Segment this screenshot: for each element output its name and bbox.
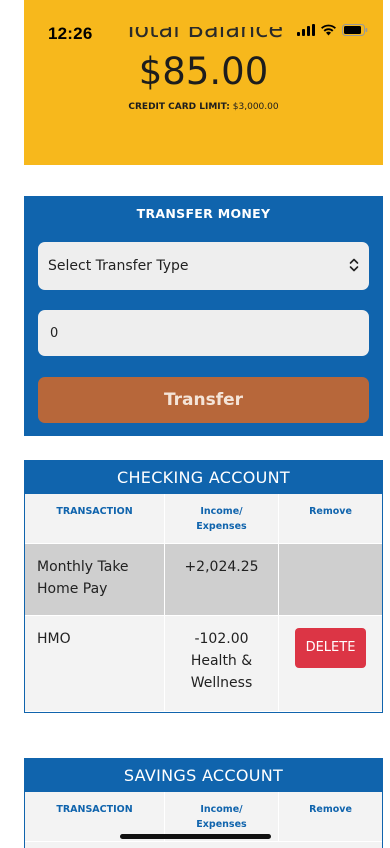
transaction-amount: -102.00 bbox=[194, 631, 249, 647]
wifi-icon bbox=[321, 24, 336, 36]
credit-limit-value: $3,000.00 bbox=[232, 102, 279, 112]
transaction-amount: +2,024.25 bbox=[165, 544, 279, 616]
chevron-up-down-icon bbox=[349, 258, 359, 272]
checking-account-title: CHECKING ACCOUNT bbox=[25, 461, 382, 494]
transaction-category: Health & Wellness bbox=[190, 653, 253, 691]
cellular-signal-icon bbox=[297, 24, 315, 36]
page: 12:26 Total Balance $85.00 CREDIT CARD L… bbox=[0, 0, 390, 848]
table-header-row: TRANSACTION Income/Expenses Remove bbox=[25, 494, 382, 544]
table-row: HMO -102.00 Health & Wellness DELETE bbox=[25, 616, 382, 712]
status-icons bbox=[297, 24, 368, 36]
home-indicator bbox=[120, 834, 271, 839]
transfer-amount-input[interactable] bbox=[38, 310, 369, 356]
transfer-title: TRANSFER MONEY bbox=[136, 206, 271, 221]
transfer-type-select[interactable]: Select Transfer Type bbox=[38, 242, 369, 290]
battery-icon bbox=[342, 24, 368, 36]
column-header-remove: Remove bbox=[279, 792, 382, 842]
column-header-remove: Remove bbox=[279, 494, 382, 544]
transaction-name: Monthly Take Home Pay bbox=[25, 544, 165, 616]
column-header-transaction: TRANSACTION bbox=[25, 494, 165, 544]
table-row: Monthly Take Home Pay +2,024.25 bbox=[25, 544, 382, 616]
delete-button[interactable]: DELETE bbox=[294, 628, 367, 668]
transaction-amount-category: -102.00 Health & Wellness bbox=[165, 616, 279, 712]
status-time: 12:26 bbox=[48, 24, 93, 43]
checking-account-table: CHECKING ACCOUNT TRANSACTION Income/Expe… bbox=[24, 460, 383, 713]
credit-limit: CREDIT CARD LIMIT: $3,000.00 bbox=[24, 102, 383, 112]
credit-limit-label: CREDIT CARD LIMIT: bbox=[128, 102, 230, 112]
transfer-card: TRANSFER MONEY Select Transfer Type Tran… bbox=[24, 196, 383, 436]
column-header-income-expenses: Income/Expenses bbox=[165, 494, 279, 544]
balance-amount: $85.00 bbox=[138, 50, 269, 93]
transaction-name: HMO bbox=[25, 616, 165, 712]
savings-account-title: SAVINGS ACCOUNT bbox=[25, 759, 382, 792]
status-bar: 12:26 bbox=[0, 0, 390, 48]
transfer-button[interactable]: Transfer bbox=[38, 377, 369, 423]
remove-cell: DELETE bbox=[279, 616, 382, 712]
transfer-type-value: Select Transfer Type bbox=[48, 258, 189, 274]
remove-cell bbox=[279, 544, 382, 616]
